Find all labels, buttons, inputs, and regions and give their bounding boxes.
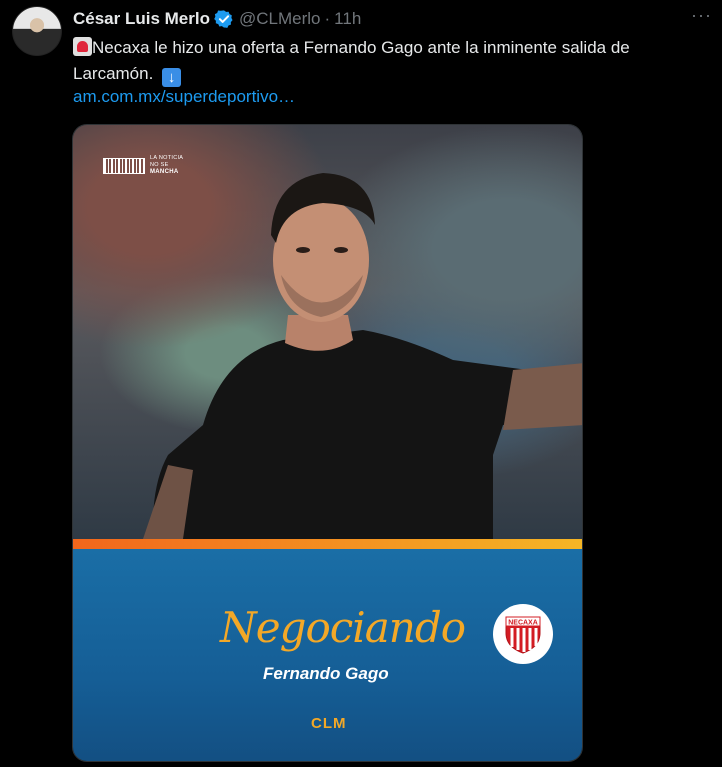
tweet-text: Necaxa le hizo una oferta a Fernando Gag… — [73, 35, 713, 87]
brand-mark: LA NOTICIA NO SE MANCHA — [103, 155, 183, 176]
author-handle[interactable]: @CLMerlo — [239, 9, 321, 29]
necaxa-crest-icon: NECAXA — [493, 604, 553, 664]
tweet[interactable]: César Luis Merlo @CLMerlo · 11h ··· Neca… — [0, 0, 722, 767]
down-arrow-emoji: ↓ — [162, 68, 182, 87]
barcode-icon — [103, 157, 145, 174]
person-figure — [143, 173, 582, 539]
tweet-header: César Luis Merlo @CLMerlo · 11h — [73, 8, 361, 30]
more-icon[interactable]: ··· — [691, 5, 712, 26]
separator-dot: · — [324, 9, 331, 28]
avatar[interactable] — [12, 6, 62, 56]
brand-text: LA NOTICIA NO SE MANCHA — [150, 155, 184, 175]
orange-stripe — [73, 539, 582, 549]
rotating-light-emoji — [73, 37, 92, 56]
crest-label: NECAXA — [508, 620, 538, 627]
verified-badge-icon — [214, 10, 233, 28]
media-title: Negociando — [220, 603, 466, 652]
clm-logo: CLM — [311, 715, 347, 732]
tweet-body: Necaxa le hizo una oferta a Fernando Gag… — [73, 38, 630, 83]
author-name[interactable]: César Luis Merlo — [73, 9, 210, 29]
tweet-time[interactable]: 11h — [334, 9, 361, 29]
tweet-link[interactable]: am.com.mx/superdeportivo… — [73, 87, 295, 107]
media-image[interactable]: LA NOTICIA NO SE MANCHA Negociando Ferna… — [72, 124, 583, 762]
media-subtitle: Fernando Gago — [263, 664, 389, 683]
